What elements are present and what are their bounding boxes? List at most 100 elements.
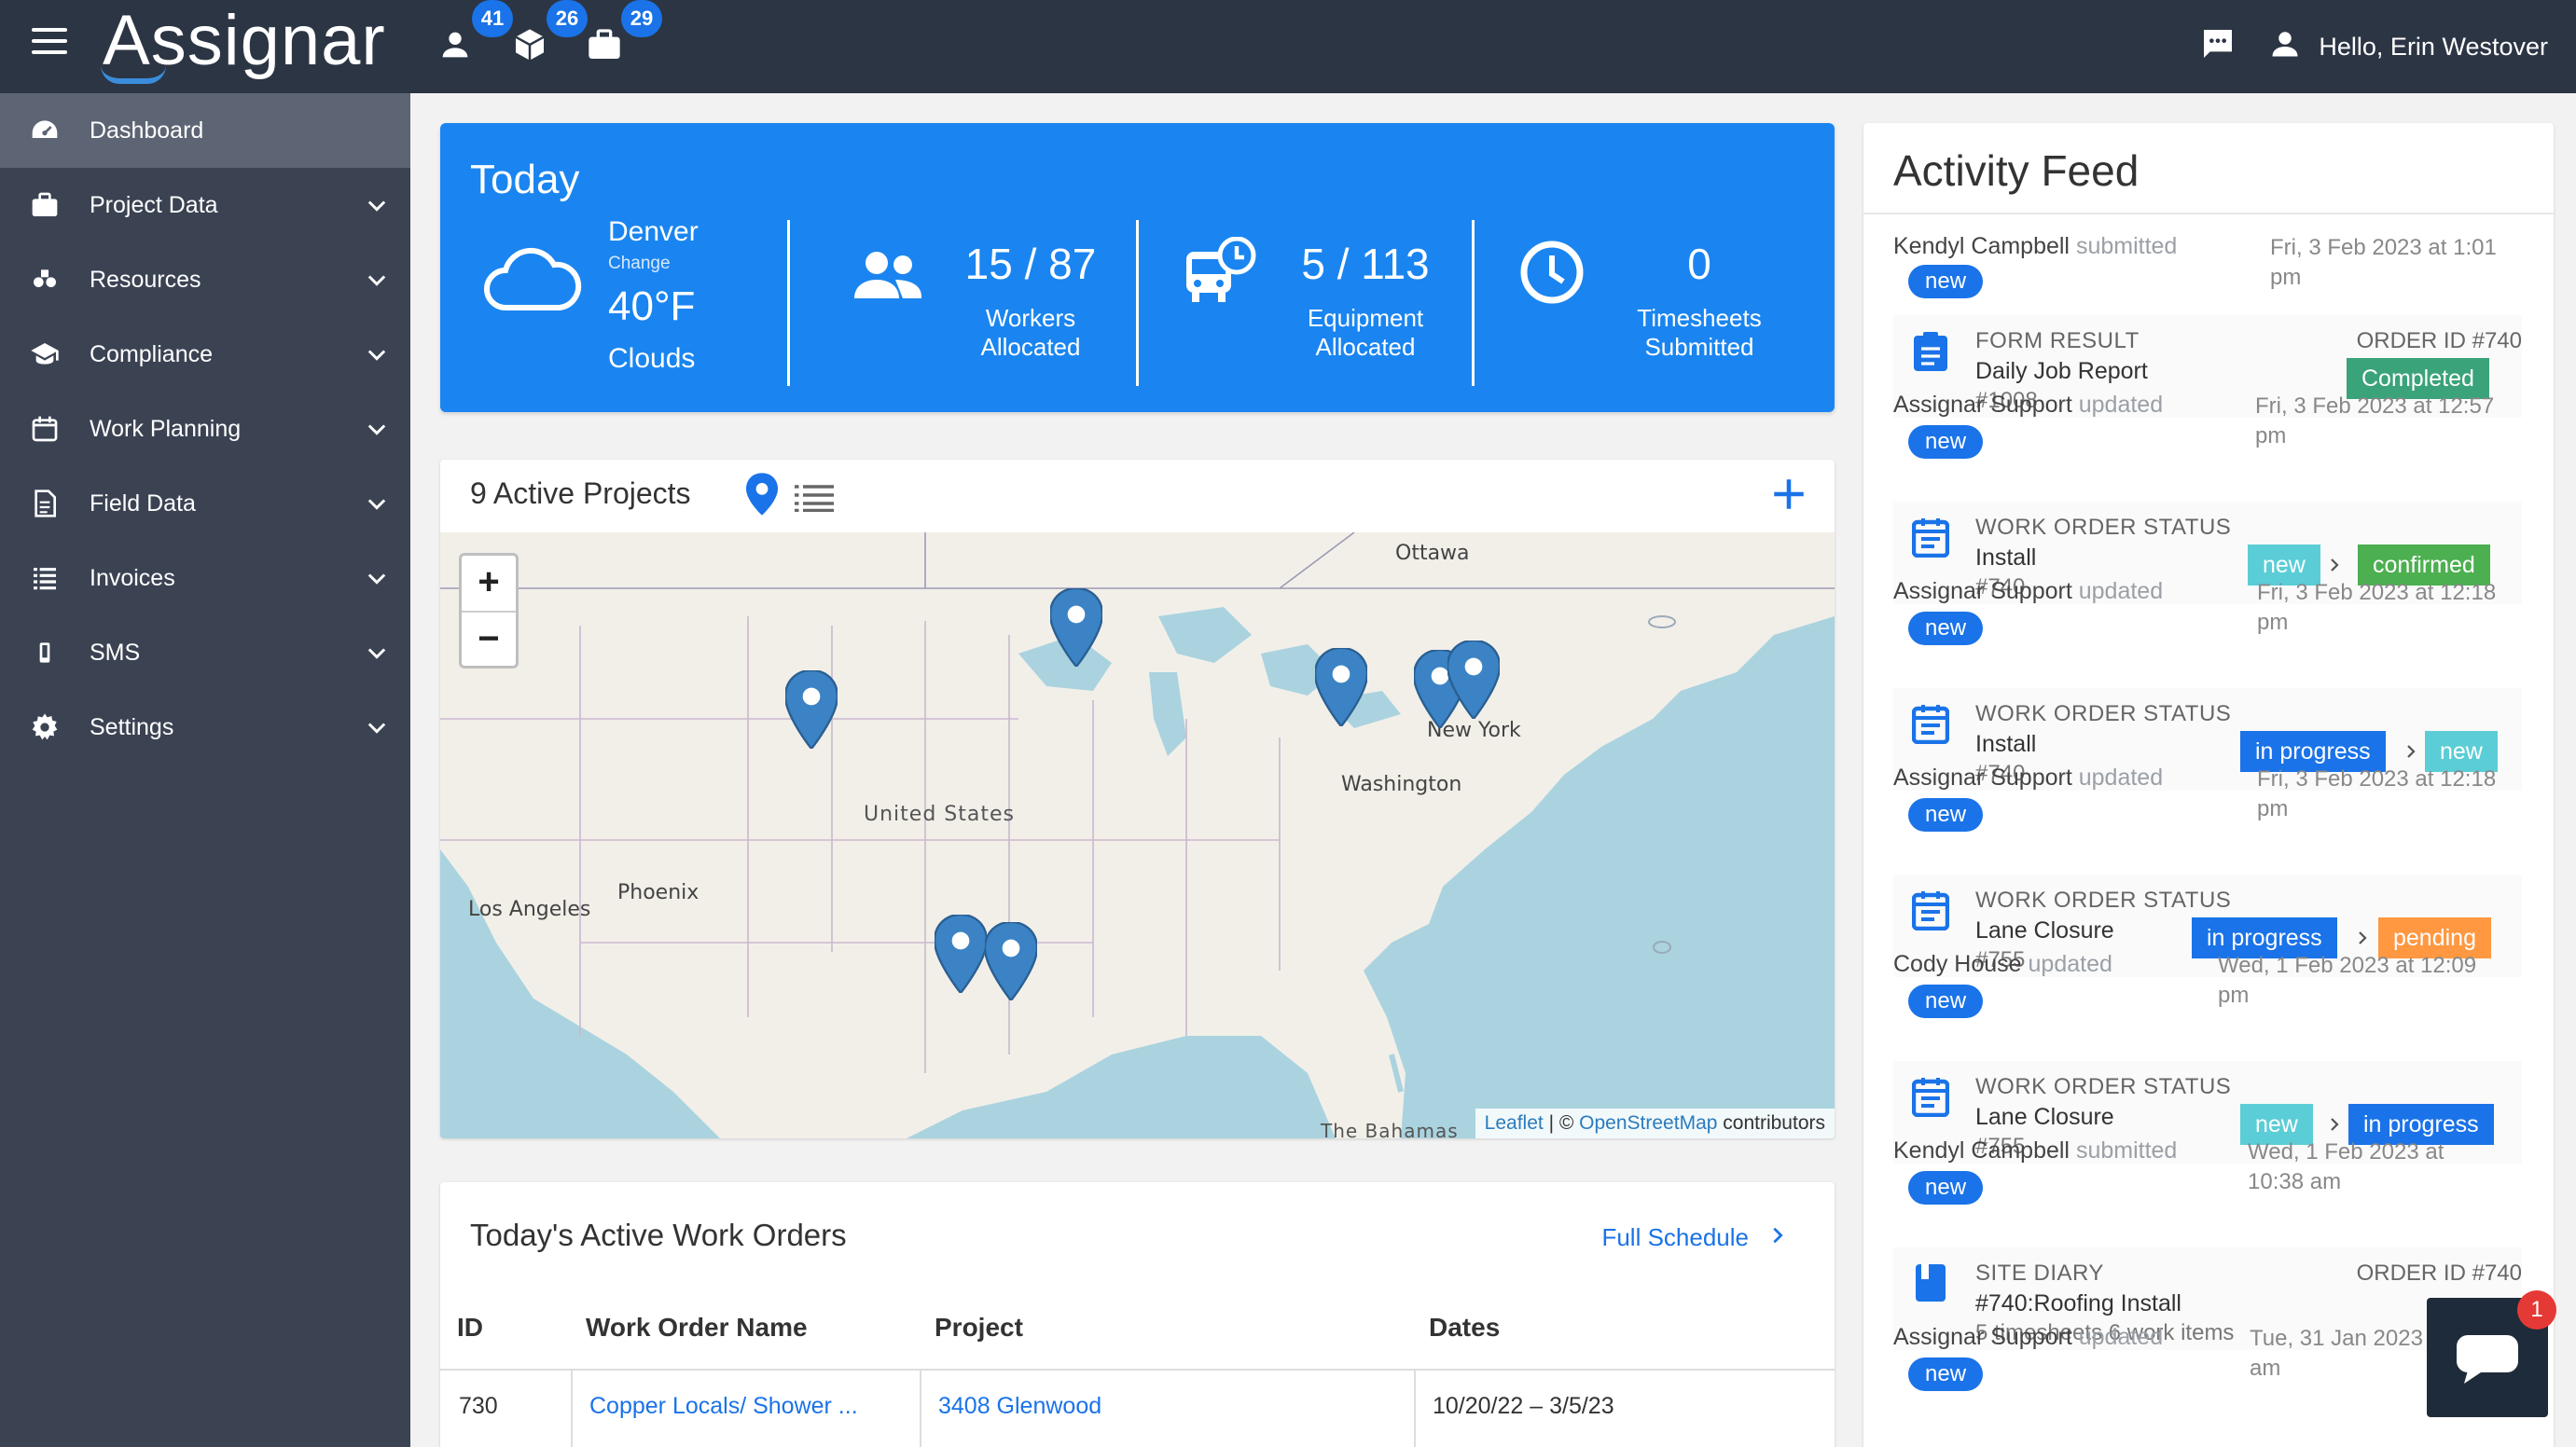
project-marker[interactable]: [1313, 646, 1369, 728]
feed-entry-category: WORK ORDER STATUS: [1975, 1074, 2232, 1099]
calendar-icon: [1911, 889, 1950, 935]
calendar-icon: [1911, 1076, 1950, 1122]
sidebar-item-sms[interactable]: SMS: [0, 615, 410, 690]
calendar-icon: [1911, 703, 1950, 749]
clipboard-icon: [1912, 330, 1949, 376]
actor-action: updated: [2078, 1324, 2164, 1350]
project-marker[interactable]: [933, 913, 989, 995]
feed-entry-category: FORM RESULT: [1975, 328, 2140, 353]
map-view-pin-icon[interactable]: [746, 473, 778, 520]
feed-entry-time: Wed, 1 Feb 2023 at 10:38 am: [2248, 1137, 2444, 1197]
activity-feed: Activity Feed Kendyl Campbell submitted …: [1863, 123, 2554, 1447]
cell-work-order-name[interactable]: Copper Locals/ Shower ...: [589, 1393, 858, 1420]
chat-icon[interactable]: [2199, 25, 2237, 69]
feed-entry-actor: Assignar Support updated: [1893, 578, 2163, 605]
sidebar-item-compliance[interactable]: Compliance: [0, 317, 410, 392]
weather-condition: Clouds: [608, 343, 696, 374]
actor-name[interactable]: Kendyl Campbell: [1893, 1137, 2070, 1164]
active-projects-title: 9 Active Projects: [470, 476, 691, 510]
project-marker[interactable]: [1048, 586, 1104, 668]
add-project-icon[interactable]: [1769, 475, 1808, 518]
project-marker[interactable]: [783, 668, 839, 751]
column-header-project[interactable]: Project: [935, 1313, 1023, 1343]
chat-unread-badge: 1: [2517, 1290, 2556, 1330]
column-header-dates[interactable]: Dates: [1429, 1313, 1500, 1343]
sidebar-item-resources[interactable]: Resources: [0, 242, 410, 317]
equipment-allocated-value: 5 / 113: [1301, 240, 1430, 288]
workers-allocated-value: 15 / 87: [964, 240, 1097, 288]
sidebar-item-label: Invoices: [90, 564, 175, 591]
equipment-badge: 26: [547, 0, 588, 37]
sidebar-item-project-data[interactable]: Project Data: [0, 168, 410, 242]
user-icon[interactable]: [2268, 27, 2302, 67]
feed-entry-name[interactable]: Install: [1975, 544, 2036, 572]
feed-entry-name[interactable]: Daily Job Report: [1975, 358, 2148, 385]
project-marker[interactable]: [1446, 639, 1502, 721]
chevron-right-icon: [1767, 1223, 1788, 1252]
equipment-icon[interactable]: [511, 26, 548, 63]
osm-link[interactable]: OpenStreetMap: [1579, 1112, 1717, 1134]
stat-label-line: Workers: [985, 304, 1076, 332]
menu-icon[interactable]: [32, 28, 67, 58]
actor-name[interactable]: Assignar Support: [1893, 1324, 2072, 1350]
table-divider: [440, 1369, 1835, 1371]
graduation-cap-icon: [28, 338, 62, 371]
actor-action: updated: [2078, 392, 2164, 418]
chevron-down-icon: [364, 565, 390, 598]
briefcase-icon: [28, 188, 62, 222]
timesheets-label: Timesheets Submitted: [1587, 304, 1811, 362]
time-line: Fri, 3 Feb 2023 at 12:57: [2255, 393, 2495, 419]
actor-name[interactable]: Assignar Support: [1893, 392, 2072, 418]
actor-name[interactable]: Assignar Support: [1893, 765, 2072, 791]
workers-icon[interactable]: [436, 26, 474, 63]
chevron-right-icon: [2326, 1115, 2343, 1138]
sidebar-item-dashboard[interactable]: Dashboard: [0, 93, 410, 168]
sidebar-item-invoices[interactable]: Invoices: [0, 541, 410, 615]
cell-dates: 10/20/22 – 3/5/23: [1433, 1393, 1614, 1419]
weather-temp: 40°F: [608, 283, 696, 329]
feed-entry-actor: Kendyl Campbell submitted: [1893, 233, 2177, 260]
user-greeting[interactable]: Hello, Erin Westover: [2319, 33, 2548, 62]
actor-name[interactable]: Kendyl Campbell: [1893, 233, 2070, 259]
full-schedule-link[interactable]: Full Schedule: [1601, 1223, 1788, 1252]
projects-map[interactable]: Ottawa New York Washington Phoenix Los A…: [440, 532, 1835, 1138]
feed-entry-name[interactable]: Lane Closure: [1975, 1104, 2114, 1131]
weather-change-link[interactable]: Change: [608, 254, 671, 274]
column-header-id[interactable]: ID: [457, 1313, 483, 1343]
list-view-icon[interactable]: [795, 484, 834, 517]
leaflet-link[interactable]: Leaflet: [1485, 1112, 1544, 1134]
zoom-out-button[interactable]: −: [462, 611, 516, 666]
workers-allocated-label: Workers Allocated: [919, 304, 1143, 362]
divider: [1472, 220, 1475, 386]
feed-entry-order-id: ORDER ID #740: [2356, 328, 2522, 353]
zoom-in-button[interactable]: +: [462, 556, 516, 611]
divider: [1863, 213, 2554, 214]
column-header-name[interactable]: Work Order Name: [586, 1313, 808, 1343]
project-marker[interactable]: [983, 920, 1039, 1002]
sidebar-item-settings[interactable]: Settings: [0, 690, 410, 765]
feed-entry-actor: Assignar Support updated: [1893, 392, 2163, 419]
new-pill: new: [1908, 1171, 1984, 1205]
attribution-text: contributors: [1717, 1112, 1825, 1134]
today-card: Today Denver Change 40°F Clouds 15 / 87 …: [440, 123, 1835, 412]
feed-entry-name[interactable]: Install: [1975, 731, 2036, 758]
feed-entry-name[interactable]: #740:Roofing Install: [1975, 1290, 2181, 1317]
chevron-down-icon: [364, 267, 390, 299]
sidebar-item-field-data[interactable]: Field Data: [0, 466, 410, 541]
chevron-down-icon: [364, 640, 390, 672]
clock-icon: [1518, 239, 1586, 310]
feed-entry-name[interactable]: Lane Closure: [1975, 917, 2114, 944]
diary-book-icon: [1912, 1262, 1949, 1308]
time-line: Fri, 3 Feb 2023 at 12:18: [2257, 580, 2497, 605]
cell-id: 730: [459, 1393, 498, 1419]
sidebar-item-work-planning[interactable]: Work Planning: [0, 392, 410, 466]
stat-label-line: Allocated: [980, 333, 1081, 361]
actor-name[interactable]: Cody House: [1893, 951, 2022, 977]
briefcase-icon[interactable]: [586, 26, 623, 63]
cell-project[interactable]: 3408 Glenwood: [938, 1393, 1101, 1420]
chevron-down-icon: [364, 341, 390, 374]
time-line: am: [2250, 1356, 2281, 1381]
actor-name[interactable]: Assignar Support: [1893, 578, 2072, 604]
feed-entry-time: Fri, 3 Feb 2023 at 12:57 pm: [2255, 392, 2494, 451]
calendar-icon: [28, 412, 62, 446]
